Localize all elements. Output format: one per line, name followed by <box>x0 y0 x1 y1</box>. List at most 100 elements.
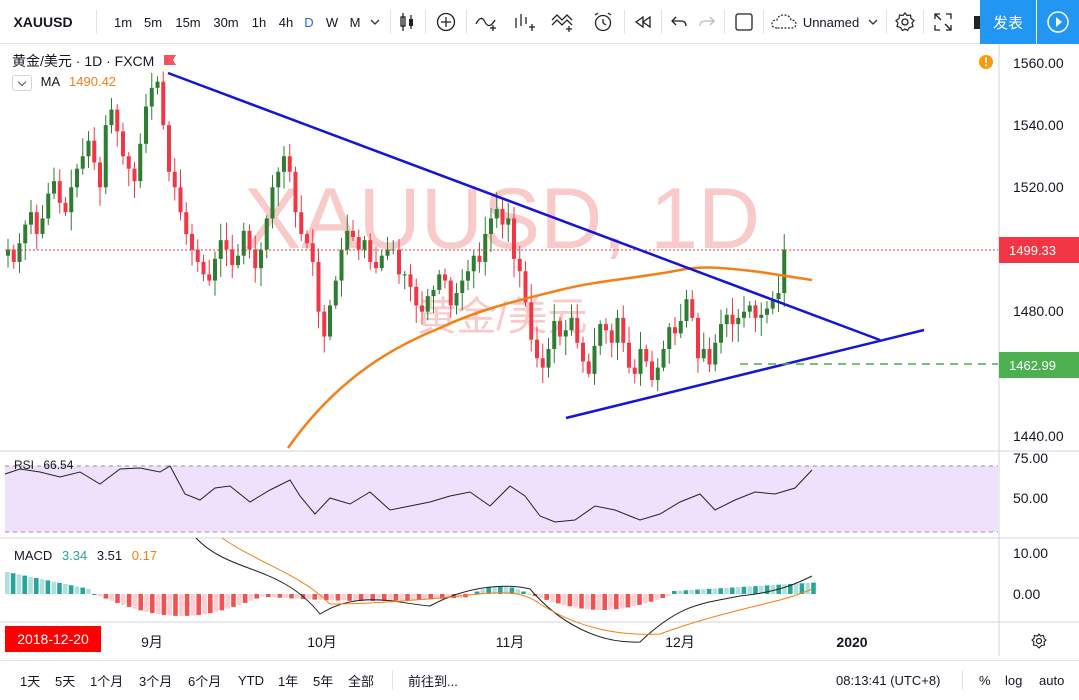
interval-5m[interactable]: 5m <box>138 0 168 44</box>
log-toggle[interactable]: log <box>1005 661 1022 699</box>
candle-body <box>425 296 430 312</box>
auto-toggle[interactable]: auto <box>1039 661 1064 699</box>
warning-icon[interactable] <box>979 55 993 69</box>
publish-button[interactable]: 发表 <box>980 0 1036 44</box>
candle-body <box>512 218 516 259</box>
candle-body <box>753 305 758 318</box>
macd-histogram-bar <box>677 590 683 594</box>
macd-histogram-bar <box>109 594 114 601</box>
macd-histogram-bar <box>51 581 56 594</box>
macd-histogram-bar <box>196 594 201 615</box>
candle-body <box>29 212 33 225</box>
undo-icon[interactable] <box>668 0 690 44</box>
flag-icon[interactable] <box>164 52 177 65</box>
chart-canvas[interactable]: XAUUSD, 1D 黄金/美元 1560.00 1540.00 1520.00… <box>0 44 1079 656</box>
candle-body <box>569 317 574 331</box>
macd-histogram-bar <box>10 573 16 594</box>
candle-body <box>747 305 752 312</box>
candle-body <box>736 317 741 325</box>
toolbar-divider <box>763 10 764 34</box>
candle-body <box>322 311 327 337</box>
candle-body <box>615 317 620 343</box>
collapse-toggle[interactable] <box>12 74 32 91</box>
redo-icon[interactable] <box>696 0 718 44</box>
macd-histogram-bar <box>231 594 236 607</box>
candle-body <box>673 327 677 334</box>
range-all[interactable]: 全部 <box>348 661 374 699</box>
fullscreen-box-icon[interactable] <box>733 0 755 44</box>
macd-histogram-bar <box>573 594 578 608</box>
chart-panel[interactable]: XAUUSD, 1D 黄金/美元 1560.00 1540.00 1520.00… <box>0 44 1079 656</box>
ma-legend-label: MA <box>40 74 60 89</box>
alert-icon[interactable] <box>590 0 616 44</box>
ma-legend: MA 1490.42 <box>12 74 116 91</box>
candle-body <box>466 271 470 281</box>
macd-histogram-bar <box>34 578 39 594</box>
bar-chart-add-icon[interactable] <box>512 0 538 44</box>
templates-icon[interactable] <box>550 0 576 44</box>
play-button[interactable] <box>1037 0 1079 44</box>
macd-histogram-bar <box>660 594 665 598</box>
interval-1h[interactable]: 1h <box>246 0 272 44</box>
price-tick: 1520.00 <box>1013 179 1064 195</box>
cloud-icon[interactable] <box>770 0 798 44</box>
clock[interactable]: 08:13:41 (UTC+8) <box>836 661 940 699</box>
range-5d[interactable]: 5天 <box>55 661 75 699</box>
macd-histogram-bar <box>706 588 712 594</box>
macd-histogram-bar <box>86 588 91 594</box>
candle-body <box>374 261 378 269</box>
range-ytd[interactable]: YTD <box>238 661 264 699</box>
interval-4h[interactable]: 4h <box>273 0 299 44</box>
candle-body <box>609 330 614 343</box>
candle-body <box>328 305 332 337</box>
macd-histogram-bar <box>242 594 248 603</box>
add-compare-icon[interactable] <box>435 0 457 44</box>
candle-body <box>604 324 608 331</box>
gear-icon[interactable] <box>1031 633 1047 649</box>
macd-histogram-bar <box>16 574 22 594</box>
candle-body <box>213 258 217 281</box>
macd-histogram-bar <box>579 594 584 609</box>
interval-30m[interactable]: 30m <box>208 0 244 44</box>
symbol-search[interactable]: XAUUSD <box>12 0 74 44</box>
candle-body <box>224 240 229 250</box>
layout-name[interactable]: Unnamed <box>800 0 862 44</box>
range-5y[interactable]: 5年 <box>313 661 333 699</box>
replay-icon[interactable] <box>632 0 654 44</box>
candle-body <box>345 230 350 250</box>
indicators-icon[interactable] <box>474 0 500 44</box>
interval-1m[interactable]: 1m <box>108 0 138 44</box>
macd-tick: 0.00 <box>1013 586 1040 602</box>
rsi-legend-value: 66.54 <box>43 458 74 472</box>
chevron-down-icon[interactable] <box>368 0 382 44</box>
macd-histogram-bar <box>753 586 758 594</box>
macd-histogram-bar <box>474 591 480 594</box>
macd-histogram-bar <box>724 587 729 594</box>
price-tick: 1480.00 <box>1013 303 1064 319</box>
percent-toggle[interactable]: % <box>979 661 991 699</box>
interval-w[interactable]: W <box>321 0 343 44</box>
goto-date-button[interactable]: 前往到... <box>408 661 458 699</box>
chevron-down-icon[interactable] <box>866 0 880 44</box>
macd-histogram-bar <box>654 594 660 600</box>
candle-body <box>489 218 493 234</box>
range-1d[interactable]: 1天 <box>20 661 40 699</box>
candle-body <box>661 348 666 368</box>
range-1y[interactable]: 1年 <box>278 661 298 699</box>
macd-histogram-bar <box>266 594 271 597</box>
range-6m[interactable]: 6个月 <box>188 661 221 699</box>
interval-15m[interactable]: 15m <box>170 0 206 44</box>
range-1m[interactable]: 1个月 <box>90 661 123 699</box>
macd-histogram-bar <box>718 588 723 594</box>
macd-signal-line <box>221 537 813 635</box>
expand-icon[interactable] <box>931 0 955 44</box>
interval-d[interactable]: D <box>299 0 319 44</box>
interval-m[interactable]: M <box>344 0 366 44</box>
macd-histogram-bar <box>74 586 80 594</box>
range-3m[interactable]: 3个月 <box>139 661 172 699</box>
candle-body <box>92 140 97 163</box>
candles-icon[interactable] <box>396 0 418 44</box>
candle-body <box>730 314 735 325</box>
macd-histogram-bar <box>782 584 787 594</box>
settings-icon[interactable] <box>893 0 917 44</box>
